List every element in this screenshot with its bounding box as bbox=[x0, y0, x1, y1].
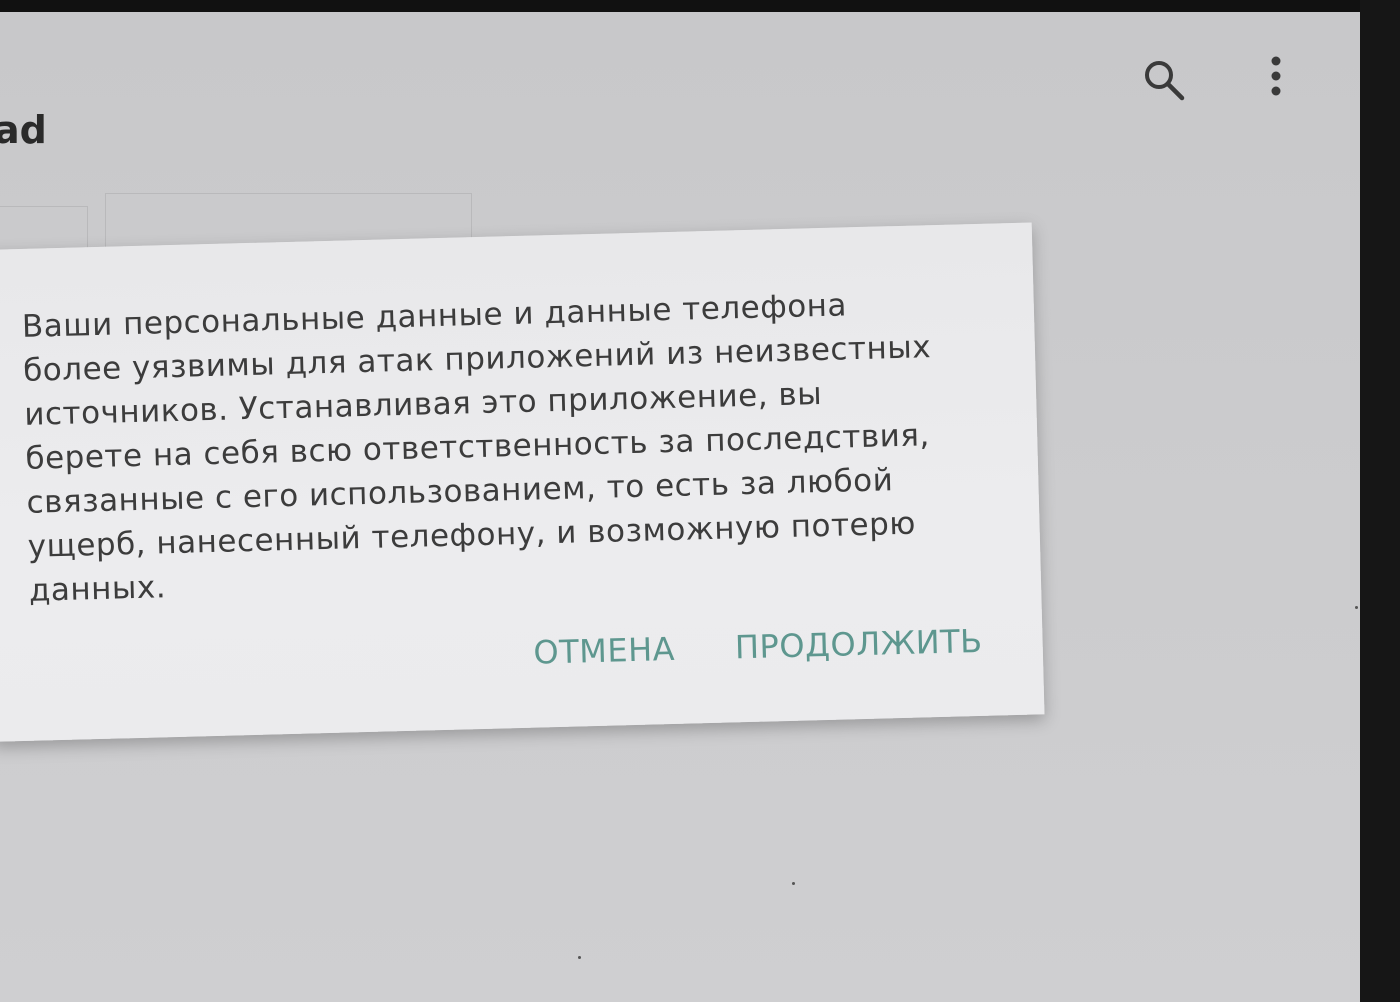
device-bezel-right bbox=[1360, 0, 1400, 1002]
device-bezel-top bbox=[0, 0, 1400, 12]
screen-speck bbox=[578, 956, 581, 959]
cancel-button[interactable]: ОТМЕНА bbox=[533, 630, 675, 672]
more-options-button[interactable] bbox=[1248, 48, 1304, 104]
screen-speck bbox=[1355, 606, 1358, 609]
screen: ad Ваши персональные данные и данные тел… bbox=[0, 0, 1362, 1002]
security-warning-dialog: Ваши персональные данные и данные телефо… bbox=[0, 222, 1045, 742]
more-vert-icon bbox=[1271, 56, 1281, 96]
dialog-message: Ваши персональные данные и данные телефо… bbox=[21, 287, 932, 609]
search-button[interactable] bbox=[1136, 52, 1192, 108]
continue-button[interactable]: ПРОДОЛЖИТЬ bbox=[734, 622, 983, 666]
app-title: ad bbox=[0, 108, 47, 152]
screen-speck bbox=[792, 882, 795, 885]
dialog-actions: ОТМЕНА ПРОДОЛЖИТЬ bbox=[533, 622, 983, 672]
search-icon bbox=[1145, 61, 1185, 101]
